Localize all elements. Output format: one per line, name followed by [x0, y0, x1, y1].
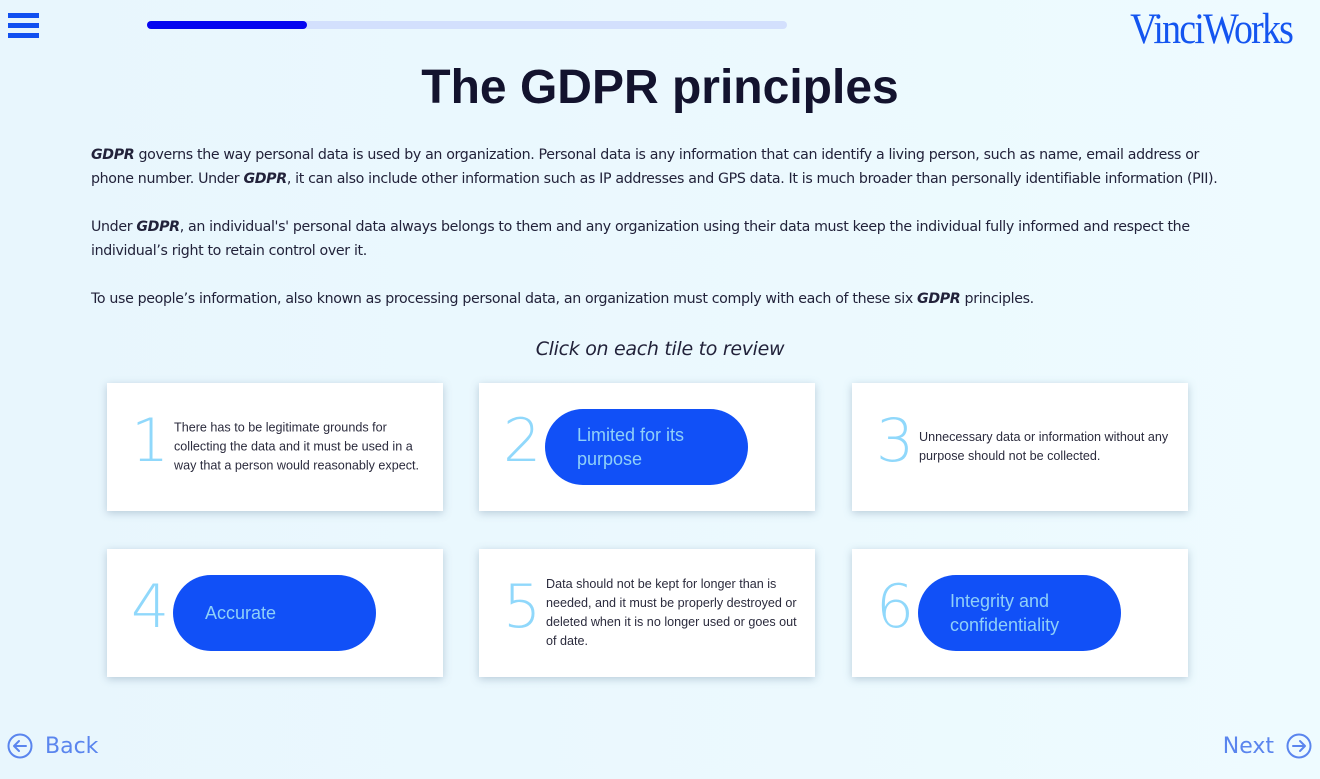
tile-number: 5: [503, 572, 542, 642]
back-label: Back: [45, 733, 99, 759]
tile-number: 4: [131, 572, 170, 642]
tile-number: 6: [876, 572, 915, 642]
tile-2[interactable]: 2 Limited for its purpose: [479, 383, 815, 511]
tile-label-pill[interactable]: Limited for its purpose: [545, 409, 748, 485]
next-label: Next: [1222, 733, 1274, 759]
menu-bar: [8, 23, 39, 28]
intro-paragraph-1: GDPR governs the way personal data is us…: [91, 147, 1218, 187]
tile-3[interactable]: 3 Unnecessary data or information withou…: [852, 383, 1188, 511]
page-title: The GDPR principles: [421, 61, 899, 114]
tile-5[interactable]: 5 Data should not be kept for longer tha…: [479, 549, 815, 677]
tile-number: 2: [503, 406, 542, 476]
tile-label-pill[interactable]: Integrity and confidentiality: [918, 575, 1121, 651]
tile-number: 3: [876, 406, 915, 476]
tile-label-pill[interactable]: Accurate: [173, 575, 376, 651]
tile-number: 1: [131, 406, 170, 476]
progress-fill: [147, 21, 307, 29]
gdpr-term: GDPR: [917, 291, 961, 307]
gdpr-term: GDPR: [136, 219, 180, 235]
menu-bar: [8, 33, 39, 38]
menu-bar: [8, 13, 39, 18]
tile-6[interactable]: 6 Integrity and confidentiality: [852, 549, 1188, 677]
tile-1[interactable]: 1 There has to be legitimate grounds for…: [107, 383, 443, 511]
intro-text: GDPR governs the way personal data is us…: [91, 143, 1241, 335]
back-button[interactable]: Back: [7, 733, 98, 759]
hamburger-menu-icon[interactable]: [8, 13, 39, 38]
tile-description: Unnecessary data or information without …: [919, 430, 1169, 463]
vinciworks-logo: VinciWorks: [1129, 6, 1294, 53]
gdpr-term: GDPR: [91, 147, 135, 163]
tile-4[interactable]: 4 Accurate: [107, 549, 443, 677]
intro-paragraph-2: Under GDPR, an individual's' personal da…: [91, 219, 1190, 259]
tile-description: There has to be legitimate grounds for c…: [174, 420, 420, 473]
next-button[interactable]: Next: [1223, 733, 1312, 759]
tile-description: Data should not be kept for longer than …: [546, 577, 797, 648]
progress-bar: [147, 21, 787, 29]
arrow-left-circle-icon: [7, 733, 33, 759]
instruction-text: Click on each tile to review: [535, 338, 785, 360]
intro-paragraph-3: To use people’s information, also known …: [91, 291, 1034, 307]
arrow-right-circle-icon: [1286, 733, 1312, 759]
gdpr-term: GDPR: [243, 171, 287, 187]
